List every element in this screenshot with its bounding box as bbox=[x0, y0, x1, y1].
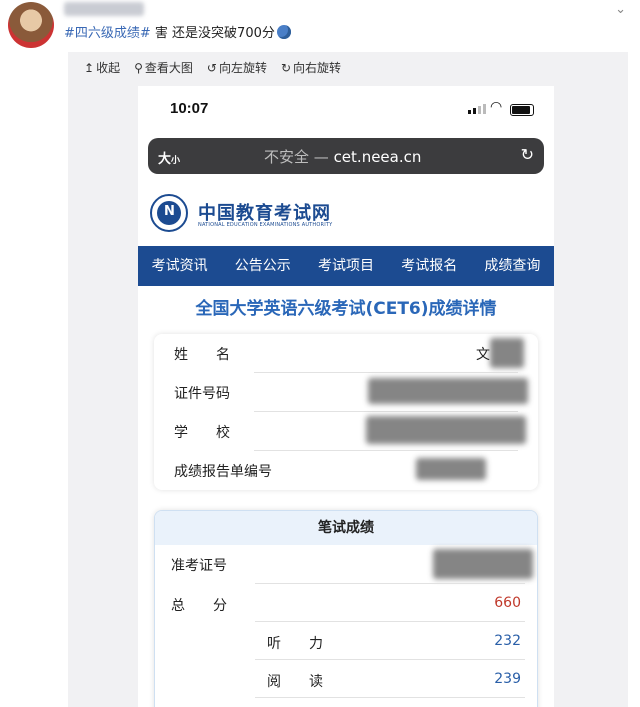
reading-value: 239 bbox=[494, 671, 521, 687]
collapse-icon: ↥ bbox=[84, 61, 95, 75]
divider bbox=[255, 697, 525, 698]
emoji-icon bbox=[276, 25, 291, 39]
listening-value: 232 bbox=[494, 633, 521, 649]
admission-number-label: 准考证号 bbox=[171, 558, 227, 574]
nav-item-score-query[interactable]: 成绩查询 bbox=[471, 246, 554, 286]
total-score-value: 660 bbox=[494, 595, 521, 611]
magnifier-icon: ⚲ bbox=[134, 61, 143, 75]
view-large-button[interactable]: ⚲ 查看大图 bbox=[134, 59, 193, 79]
url-text[interactable]: 不安全 — cet.neea.cn bbox=[264, 146, 421, 167]
site-name-en: NATIONAL EDUCATION EXAMINATIONS AUTHORIT… bbox=[198, 222, 333, 228]
collapse-button[interactable]: ↥ 收起 bbox=[84, 59, 120, 79]
redaction bbox=[368, 378, 528, 404]
listening-label: 听 力 bbox=[267, 636, 323, 652]
chevron-down-icon[interactable]: ⌄ bbox=[615, 2, 626, 17]
nav-item-registration[interactable]: 考试报名 bbox=[388, 246, 471, 286]
name-label: 姓 名 bbox=[174, 347, 230, 363]
nav-item-news[interactable]: 考试资讯 bbox=[138, 246, 221, 286]
score-card-header: 笔试成绩 bbox=[155, 511, 537, 545]
text-size-button[interactable]: 大小 bbox=[158, 148, 180, 167]
reload-icon[interactable]: ↻ bbox=[521, 145, 534, 164]
name-value: 文 bbox=[476, 347, 490, 363]
phone-screenshot[interactable]: 10:07 ◠ 大小 不安全 — cet.neea.cn ↻ 中国教育考试网 N… bbox=[138, 86, 554, 707]
reading-label: 阅 读 bbox=[267, 674, 323, 690]
nav-item-exams[interactable]: 考试项目 bbox=[304, 246, 387, 286]
total-score-label: 总 分 bbox=[171, 598, 227, 614]
candidate-info-card: 姓 名 文 证件号码 学 校 成绩报告单编号 bbox=[154, 334, 538, 490]
post-text: #四六级成绩# 害 还是没突破700分 bbox=[64, 22, 291, 41]
divider bbox=[254, 411, 518, 412]
report-number-label: 成绩报告单编号 bbox=[174, 464, 272, 480]
divider bbox=[255, 659, 525, 660]
nav-item-notices[interactable]: 公告公示 bbox=[221, 246, 304, 286]
redaction bbox=[416, 458, 486, 480]
divider bbox=[255, 621, 525, 622]
signal-icon bbox=[468, 104, 486, 114]
site-nav: 考试资讯 公告公示 考试项目 考试报名 成绩查询 bbox=[138, 246, 554, 286]
divider bbox=[254, 372, 518, 373]
post-body: 害 还是没突破700分 bbox=[150, 26, 275, 41]
neea-logo[interactable] bbox=[150, 194, 188, 232]
rotate-left-button[interactable]: ↺ 向左旋转 bbox=[207, 59, 267, 79]
divider bbox=[254, 450, 518, 451]
divider bbox=[255, 583, 525, 584]
redaction bbox=[366, 416, 526, 444]
viewer-toolbar: ↥ 收起 ⚲ 查看大图 ↺ 向左旋转 ↻ 向右旋转 bbox=[84, 59, 341, 79]
school-label: 学 校 bbox=[174, 425, 230, 441]
rotate-right-button[interactable]: ↻ 向右旋转 bbox=[281, 59, 341, 79]
wifi-icon: ◠ bbox=[490, 99, 503, 115]
id-label: 证件号码 bbox=[174, 386, 230, 402]
user-avatar[interactable] bbox=[8, 2, 54, 48]
status-time: 10:07 bbox=[170, 100, 209, 117]
redaction bbox=[433, 549, 533, 579]
battery-icon bbox=[510, 104, 534, 116]
redaction bbox=[490, 338, 524, 368]
written-score-card: 笔试成绩 准考证号 总 分 660 听 力 232 阅 读 239 bbox=[154, 510, 538, 707]
rotate-left-icon: ↺ bbox=[206, 61, 217, 75]
hashtag-link[interactable]: #四六级成绩# bbox=[64, 26, 151, 41]
browser-address-bar[interactable]: 大小 不安全 — cet.neea.cn ↻ bbox=[148, 138, 544, 174]
rotate-right-icon: ↻ bbox=[280, 61, 292, 75]
username-redacted[interactable] bbox=[64, 2, 144, 16]
page-title: 全国大学英语六级考试(CET6)成绩详情 bbox=[195, 299, 497, 319]
